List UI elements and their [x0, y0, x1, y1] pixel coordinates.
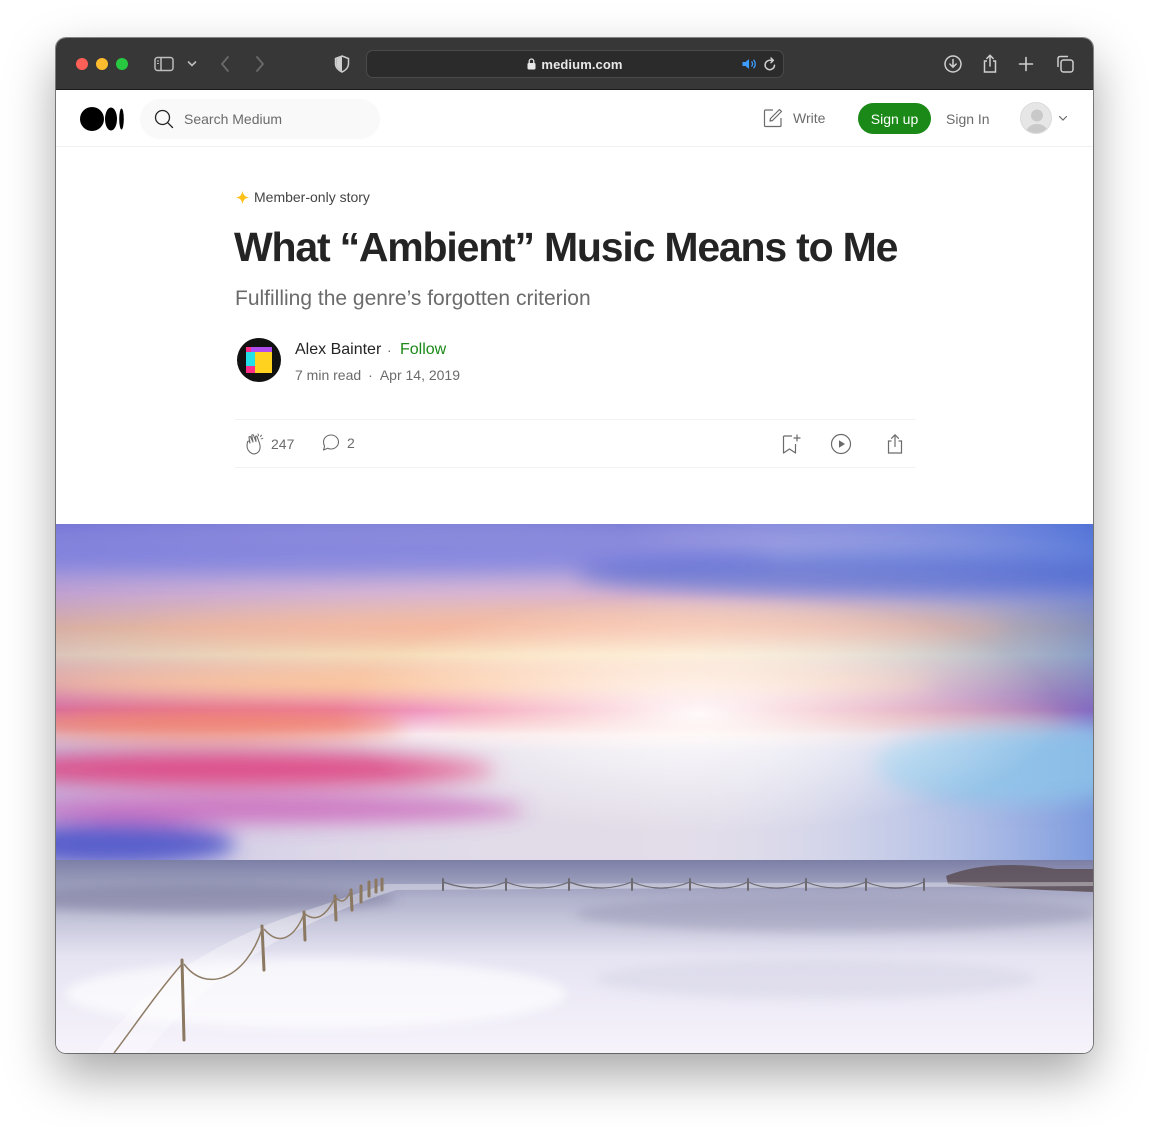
- share-icon: [885, 433, 905, 455]
- clap-icon: [245, 433, 265, 455]
- medium-logo[interactable]: [80, 106, 125, 137]
- search-box[interactable]: [140, 99, 380, 139]
- chevron-down-icon[interactable]: [180, 52, 204, 76]
- write-link[interactable]: Write: [762, 107, 825, 129]
- separator-dot: ·: [387, 342, 392, 358]
- browser-toolbar: medium.com: [56, 38, 1093, 90]
- shield-icon[interactable]: [330, 52, 354, 76]
- comment-icon: [321, 433, 341, 453]
- responses-button[interactable]: 2: [321, 433, 355, 453]
- article-title: What “Ambient” Music Means to Me: [234, 224, 898, 270]
- read-time: 7 min read: [295, 367, 362, 383]
- response-count: 2: [347, 435, 355, 451]
- bookmark-button[interactable]: [779, 433, 807, 455]
- clap-count: 247: [271, 436, 295, 452]
- url-host: medium.com: [541, 56, 623, 72]
- minimize-window-button[interactable]: [96, 58, 108, 70]
- avatar: [1020, 102, 1052, 134]
- search-icon[interactable]: [154, 109, 174, 129]
- sign-up-button[interactable]: Sign up: [858, 103, 931, 134]
- article-meta: 7 min read · Apr 14, 2019: [295, 367, 460, 383]
- address-bar[interactable]: medium.com: [366, 50, 784, 78]
- tabs-icon[interactable]: [1053, 52, 1077, 76]
- reload-icon[interactable]: [763, 57, 777, 77]
- bookmark-icon: [779, 433, 801, 455]
- article-subtitle: Fulfilling the genre’s forgotten criteri…: [235, 287, 591, 310]
- search-input[interactable]: [184, 111, 364, 127]
- site-header: Write Sign up Sign In: [56, 91, 1093, 147]
- zoom-window-button[interactable]: [116, 58, 128, 70]
- clap-button[interactable]: 247: [245, 433, 294, 455]
- listen-button[interactable]: [830, 433, 858, 455]
- follow-button[interactable]: Follow: [400, 341, 446, 359]
- member-only-badge: Member-only story: [235, 189, 370, 205]
- chevron-down-icon: [1058, 115, 1068, 122]
- share-toolbar-icon[interactable]: [978, 52, 1002, 76]
- sidebar-icon[interactable]: [152, 52, 176, 76]
- member-only-label: Member-only story: [254, 189, 370, 205]
- hero-image: [56, 524, 1093, 1053]
- user-menu[interactable]: [1020, 102, 1068, 134]
- share-button[interactable]: [885, 433, 911, 455]
- forward-icon[interactable]: [248, 52, 272, 76]
- download-icon[interactable]: [941, 52, 965, 76]
- write-icon: [762, 107, 784, 129]
- play-icon: [830, 433, 852, 455]
- new-tab-icon[interactable]: [1014, 52, 1038, 76]
- sign-in-link[interactable]: Sign In: [946, 111, 990, 127]
- write-label: Write: [793, 110, 826, 126]
- close-window-button[interactable]: [76, 58, 88, 70]
- author-avatar[interactable]: [237, 338, 281, 382]
- article-action-bar: 247 2: [235, 419, 916, 468]
- author-name[interactable]: Alex Bainter: [295, 341, 381, 359]
- separator-dot: ·: [368, 367, 373, 383]
- lock-icon: [527, 58, 536, 70]
- star-icon: [235, 190, 250, 205]
- speaker-icon[interactable]: [741, 57, 757, 76]
- publish-date: Apr 14, 2019: [379, 367, 460, 383]
- back-icon[interactable]: [213, 52, 237, 76]
- browser-window: medium.com Search Medium Write Sign up S…: [56, 38, 1093, 1053]
